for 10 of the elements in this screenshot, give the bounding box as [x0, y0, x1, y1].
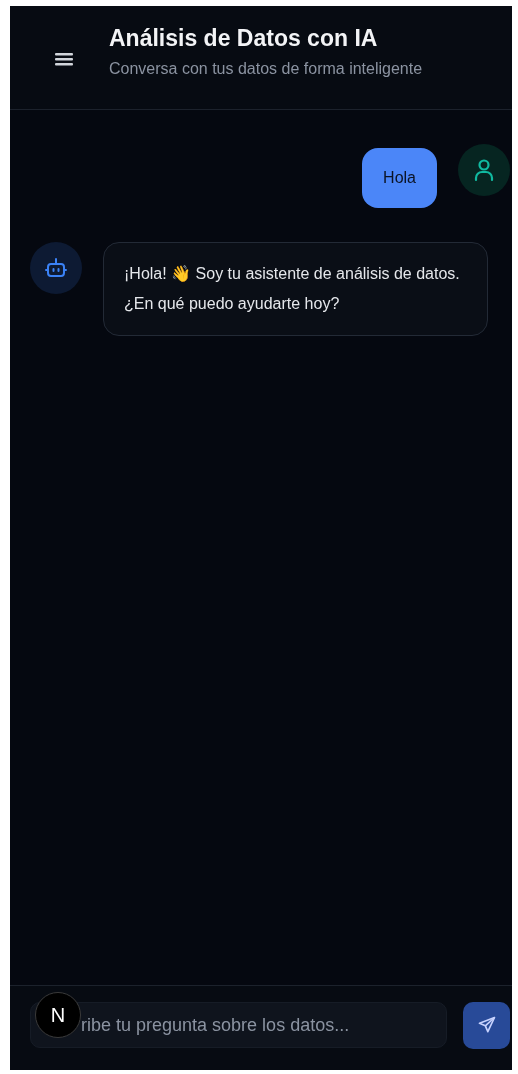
person-icon	[473, 158, 495, 182]
robot-icon	[44, 257, 68, 279]
menu-icon[interactable]	[55, 51, 73, 66]
dev-badge[interactable]: N	[35, 992, 81, 1038]
app-title: Análisis de Datos con IA	[109, 25, 379, 52]
app-subtitle: Conversa con tus datos de forma inteligente	[109, 60, 423, 78]
assistant-message-bubble: ¡Hola! 👋 Soy tu asistente de análisis de datos. ¿En qué puedo ayudarte hoy?	[103, 242, 488, 336]
send-icon	[476, 1015, 497, 1035]
send-button[interactable]	[463, 1001, 510, 1049]
user-message-bubble: Hola	[362, 148, 437, 208]
